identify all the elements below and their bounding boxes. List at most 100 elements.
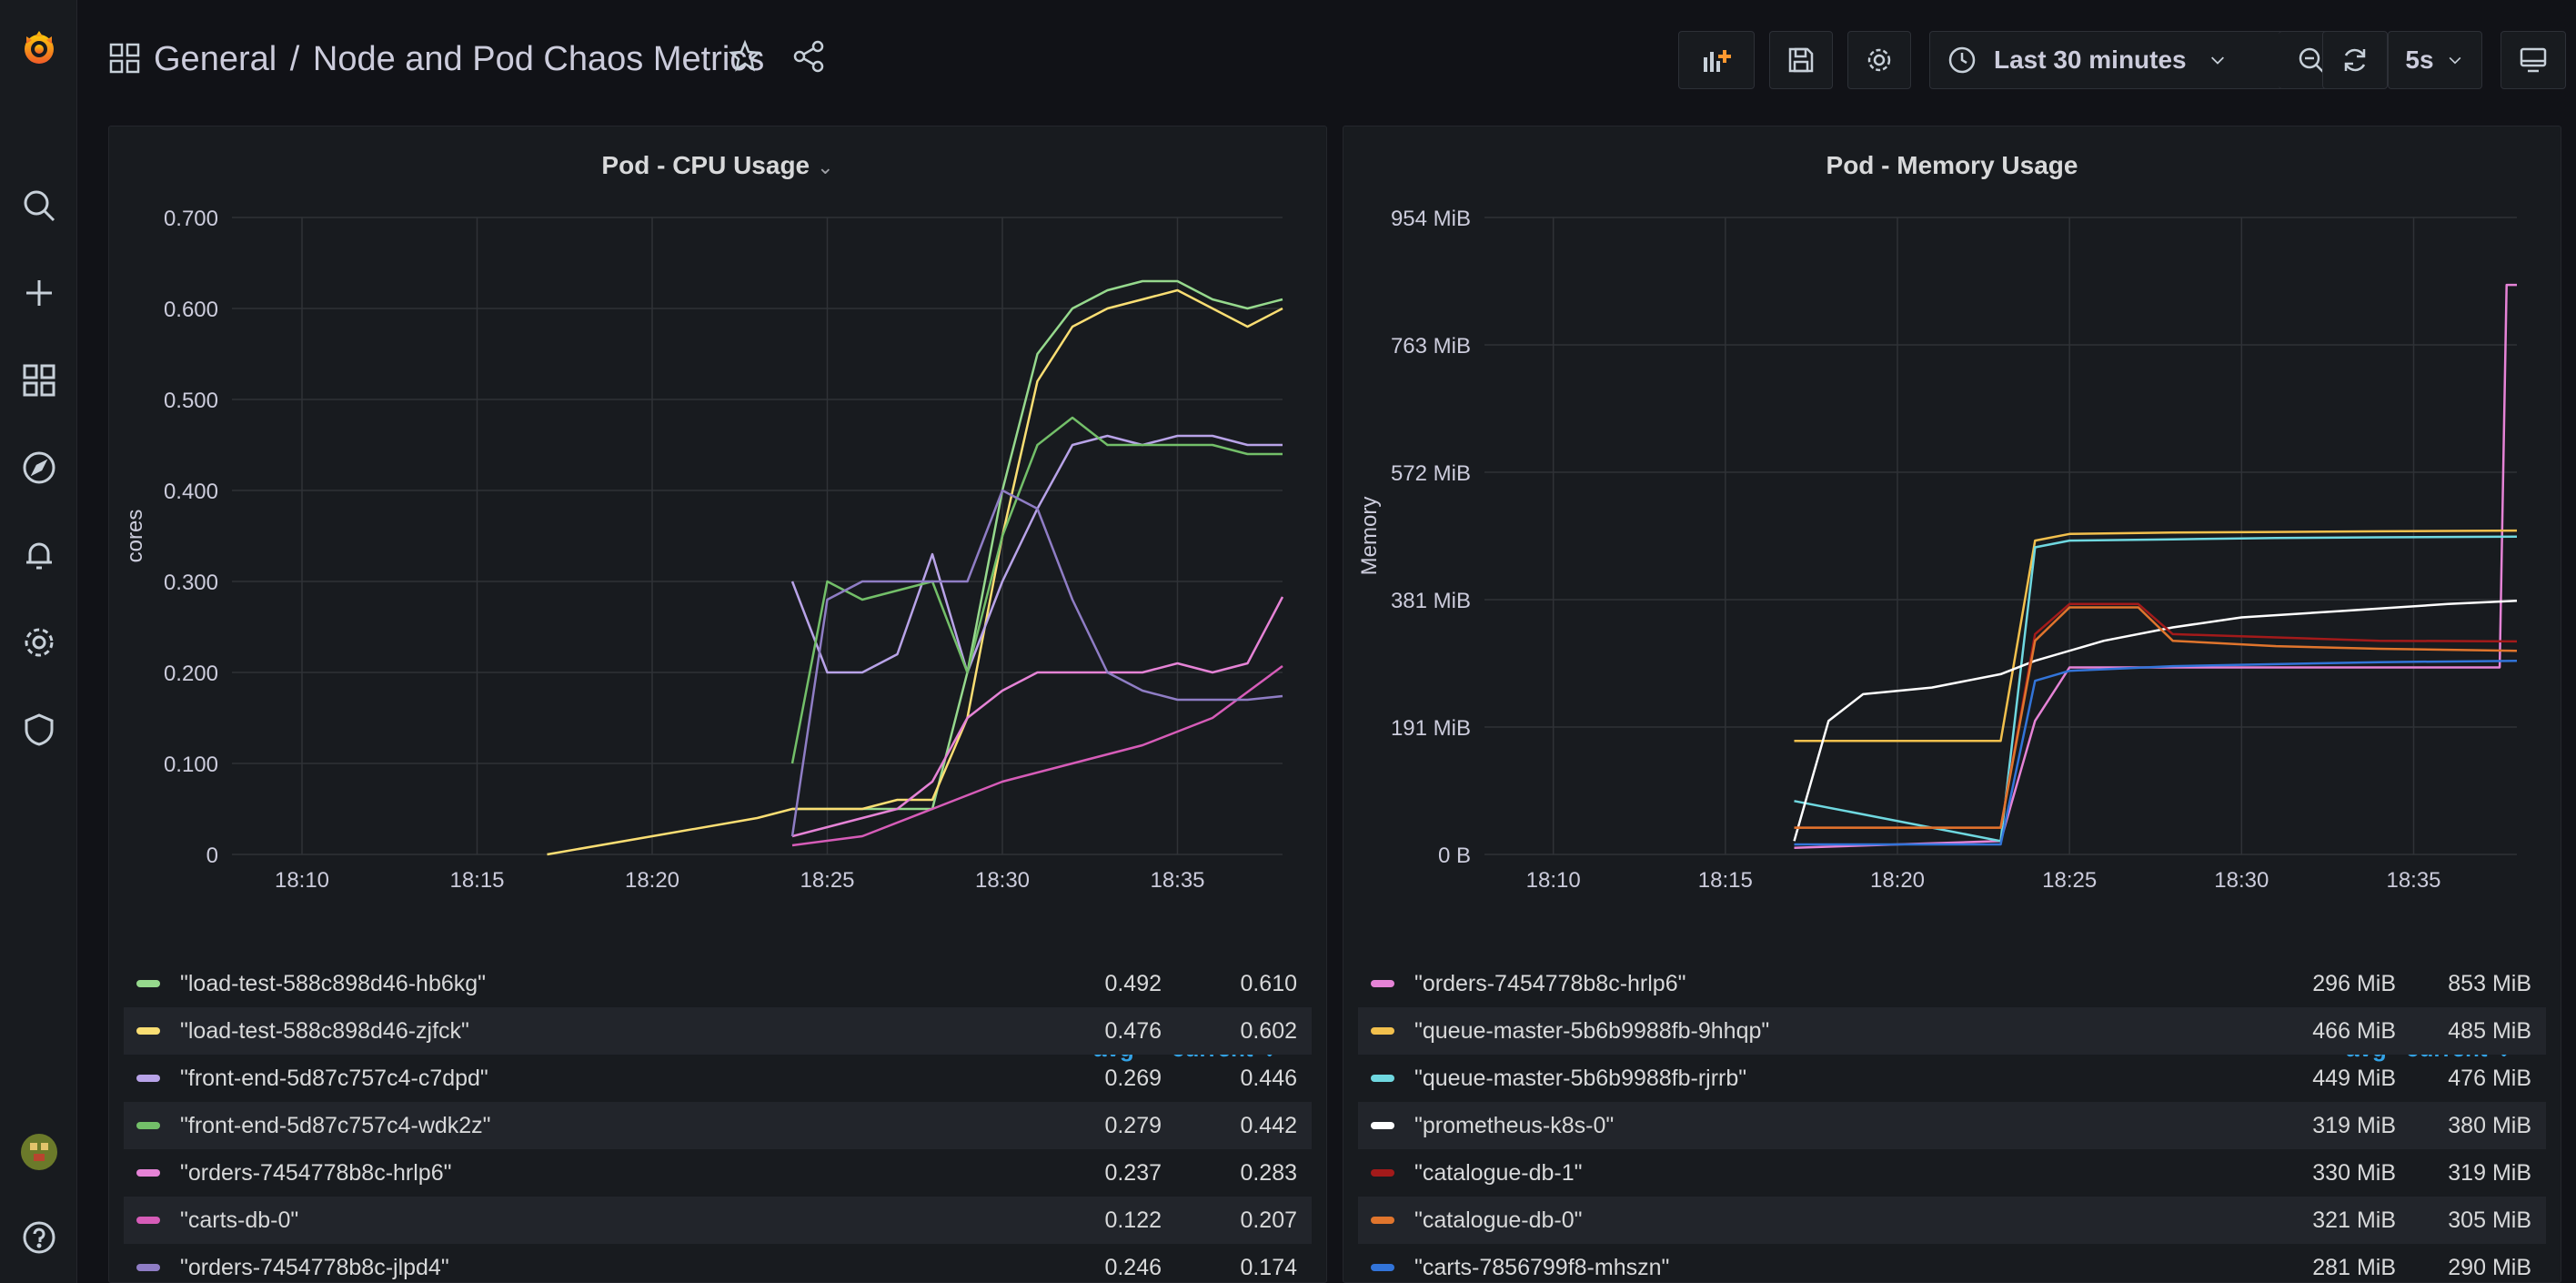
y-tick-label: 0 — [206, 844, 218, 868]
legend-swatch[interactable] — [136, 1027, 160, 1035]
legend-row[interactable]: "prometheus-k8s-0" 319 MiB 380 MiB — [1358, 1102, 2546, 1149]
legend-row[interactable]: "catalogue-db-1" 330 MiB 319 MiB — [1358, 1149, 2546, 1197]
legend-swatch[interactable] — [1371, 1169, 1394, 1177]
shield-admin-icon[interactable] — [0, 702, 77, 757]
legend-current-value: 476 MiB — [2448, 1065, 2531, 1091]
legend-swatch[interactable] — [1371, 1075, 1394, 1082]
legend-current-value: 853 MiB — [2448, 970, 2531, 996]
legend-avg-value: 0.476 — [1104, 1017, 1162, 1044]
series-line — [790, 416, 1283, 764]
series-line — [791, 596, 1284, 838]
legend-series-name[interactable]: "load-test-588c898d46-hb6kg" — [180, 971, 1007, 997]
y-tick-label: 0.100 — [164, 753, 218, 777]
series-line — [791, 664, 1283, 847]
legend-swatch[interactable] — [136, 1075, 160, 1082]
legend-swatch[interactable] — [1371, 980, 1394, 987]
legend-avg-value: 0.279 — [1104, 1112, 1162, 1138]
x-tick-label: 18:15 — [1698, 868, 1753, 887]
breadcrumb: General / Node and Pod Chaos Metrics — [154, 36, 764, 82]
star-icon[interactable] — [727, 38, 763, 75]
x-tick-label: 18:25 — [2042, 868, 2097, 887]
legend-series-name[interactable]: "orders-7454778b8c-hrlp6" — [180, 1160, 1007, 1187]
refresh-interval-picker[interactable]: 5s — [2388, 31, 2482, 89]
legend-series-name[interactable]: "carts-db-0" — [180, 1207, 1007, 1234]
legend-series-name[interactable]: "orders-7454778b8c-hrlp6" — [1414, 971, 2241, 997]
series-line — [1794, 529, 2518, 743]
x-tick-label: 18:20 — [625, 868, 679, 887]
legend-series-name[interactable]: "prometheus-k8s-0" — [1414, 1113, 2241, 1139]
y-tick-label: 0.600 — [164, 298, 218, 322]
legend-row[interactable]: "orders-7454778b8c-jlpd4" 0.246 0.174 — [124, 1244, 1312, 1283]
plus-icon[interactable] — [0, 266, 77, 320]
chevron-down-icon — [2210, 56, 2224, 65]
legend-series-name[interactable]: "queue-master-5b6b9988fb-rjrrb" — [1414, 1066, 2241, 1092]
compass-explore-icon[interactable] — [0, 440, 77, 495]
legend-current-value: 0.283 — [1240, 1159, 1297, 1186]
refresh-icon — [2344, 48, 2366, 72]
legend-avg-value: 319 MiB — [2312, 1112, 2396, 1138]
memory-usage-chart[interactable]: 0 B 191 MiB 381 MiB 572 MiB 763 MiB 954 MiB 18… — [1343, 126, 2562, 887]
legend-row[interactable]: "front-end-5d87c757c4-c7dpd" 0.269 0.446 — [124, 1055, 1312, 1102]
add-panel-button[interactable] — [1678, 31, 1755, 89]
add-panel-icon — [1704, 50, 1731, 72]
legend-series-name[interactable]: "front-end-5d87c757c4-c7dpd" — [180, 1066, 1007, 1092]
legend-row[interactable]: "orders-7454778b8c-hrlp6" 296 MiB 853 MiB — [1358, 960, 2546, 1007]
help-circle-icon[interactable] — [0, 1210, 77, 1265]
cpu-usage-chart[interactable]: 0 0.100 0.200 0.300 0.400 0.500 0.600 0.700 18:1… — [109, 126, 1328, 887]
dashboard-title[interactable]: Node and Pod Chaos Metrics — [313, 40, 764, 78]
tv-mode-button[interactable] — [2501, 31, 2566, 89]
legend-row[interactable]: "load-test-588c898d46-zjfck" 0.476 0.602 — [124, 1007, 1312, 1055]
chevron-down-icon — [2449, 56, 2460, 65]
legend-series-name[interactable]: "load-test-588c898d46-zjfck" — [180, 1018, 1007, 1045]
dashboards-grid-icon[interactable] — [0, 353, 77, 408]
grafana-logo-icon[interactable] — [0, 20, 77, 75]
series-line — [1793, 599, 2518, 842]
y-tick-label: 0 B — [1438, 844, 1471, 868]
legend-row[interactable]: "orders-7454778b8c-hrlp6" 0.237 0.283 — [124, 1149, 1312, 1197]
refresh-button[interactable] — [2322, 31, 2388, 89]
legend-series-name[interactable]: "catalogue-db-0" — [1414, 1207, 2241, 1234]
legend-swatch[interactable] — [1371, 1217, 1394, 1224]
legend-series-name[interactable]: "front-end-5d87c757c4-wdk2z" — [180, 1113, 1007, 1139]
legend-series-name[interactable]: "queue-master-5b6b9988fb-9hhqp" — [1414, 1018, 2241, 1045]
legend-swatch[interactable] — [136, 1264, 160, 1271]
legend-row[interactable]: "front-end-5d87c757c4-wdk2z" 0.279 0.442 — [124, 1102, 1312, 1149]
legend-series-name[interactable]: "catalogue-db-1" — [1414, 1160, 2241, 1187]
legend-swatch[interactable] — [136, 1169, 160, 1177]
legend-row[interactable]: "queue-master-5b6b9988fb-rjrrb" 449 MiB 47… — [1358, 1055, 2546, 1102]
time-range-picker[interactable]: Last 30 minutes — [1929, 31, 2291, 89]
legend-current-value: 485 MiB — [2448, 1017, 2531, 1044]
series-line — [1794, 535, 2518, 843]
legend-swatch[interactable] — [1371, 1027, 1394, 1035]
share-icon[interactable] — [790, 38, 827, 75]
legend-swatch[interactable] — [136, 1122, 160, 1129]
legend-series-name[interactable]: "orders-7454778b8c-jlpd4" — [180, 1255, 1007, 1281]
legend-row[interactable]: "carts-7856799f8-mhszn" 281 MiB 290 MiB — [1358, 1244, 2546, 1283]
legend-current-value: 0.446 — [1240, 1065, 1297, 1091]
bell-alerting-icon[interactable] — [0, 528, 77, 582]
y-axis-label: Memory — [1357, 497, 1382, 576]
legend-current-value: 319 MiB — [2448, 1159, 2531, 1186]
legend-swatch[interactable] — [1371, 1122, 1394, 1129]
clock-icon — [1948, 46, 1976, 74]
y-tick-label: 954 MiB — [1391, 207, 1471, 231]
legend-row[interactable]: "carts-db-0" 0.122 0.207 — [124, 1197, 1312, 1244]
gear-configuration-icon[interactable] — [0, 615, 77, 670]
search-icon[interactable] — [0, 178, 77, 233]
legend-row[interactable]: "catalogue-db-0" 321 MiB 305 MiB — [1358, 1197, 2546, 1244]
time-range-label: Last 30 minutes — [1994, 45, 2187, 74]
user-avatar-icon[interactable] — [0, 1125, 77, 1179]
legend-row[interactable]: "load-test-588c898d46-hb6kg" 0.492 0.610 — [124, 960, 1312, 1007]
tv-mode-icon — [2520, 47, 2547, 73]
y-tick-label: 572 MiB — [1391, 461, 1471, 486]
legend-row[interactable]: "queue-master-5b6b9988fb-9hhqp" 466 MiB 48… — [1358, 1007, 2546, 1055]
save-dashboard-button[interactable] — [1769, 31, 1833, 89]
legend-swatch[interactable] — [136, 980, 160, 987]
legend-swatch[interactable] — [1371, 1264, 1394, 1271]
legend-series-name[interactable]: "carts-7856799f8-mhszn" — [1414, 1255, 2241, 1281]
y-tick-label: 0.500 — [164, 389, 218, 413]
legend-avg-value: 296 MiB — [2312, 970, 2396, 996]
dashboard-settings-button[interactable] — [1847, 31, 1911, 89]
breadcrumb-folder[interactable]: General — [154, 40, 277, 78]
legend-swatch[interactable] — [136, 1217, 160, 1224]
